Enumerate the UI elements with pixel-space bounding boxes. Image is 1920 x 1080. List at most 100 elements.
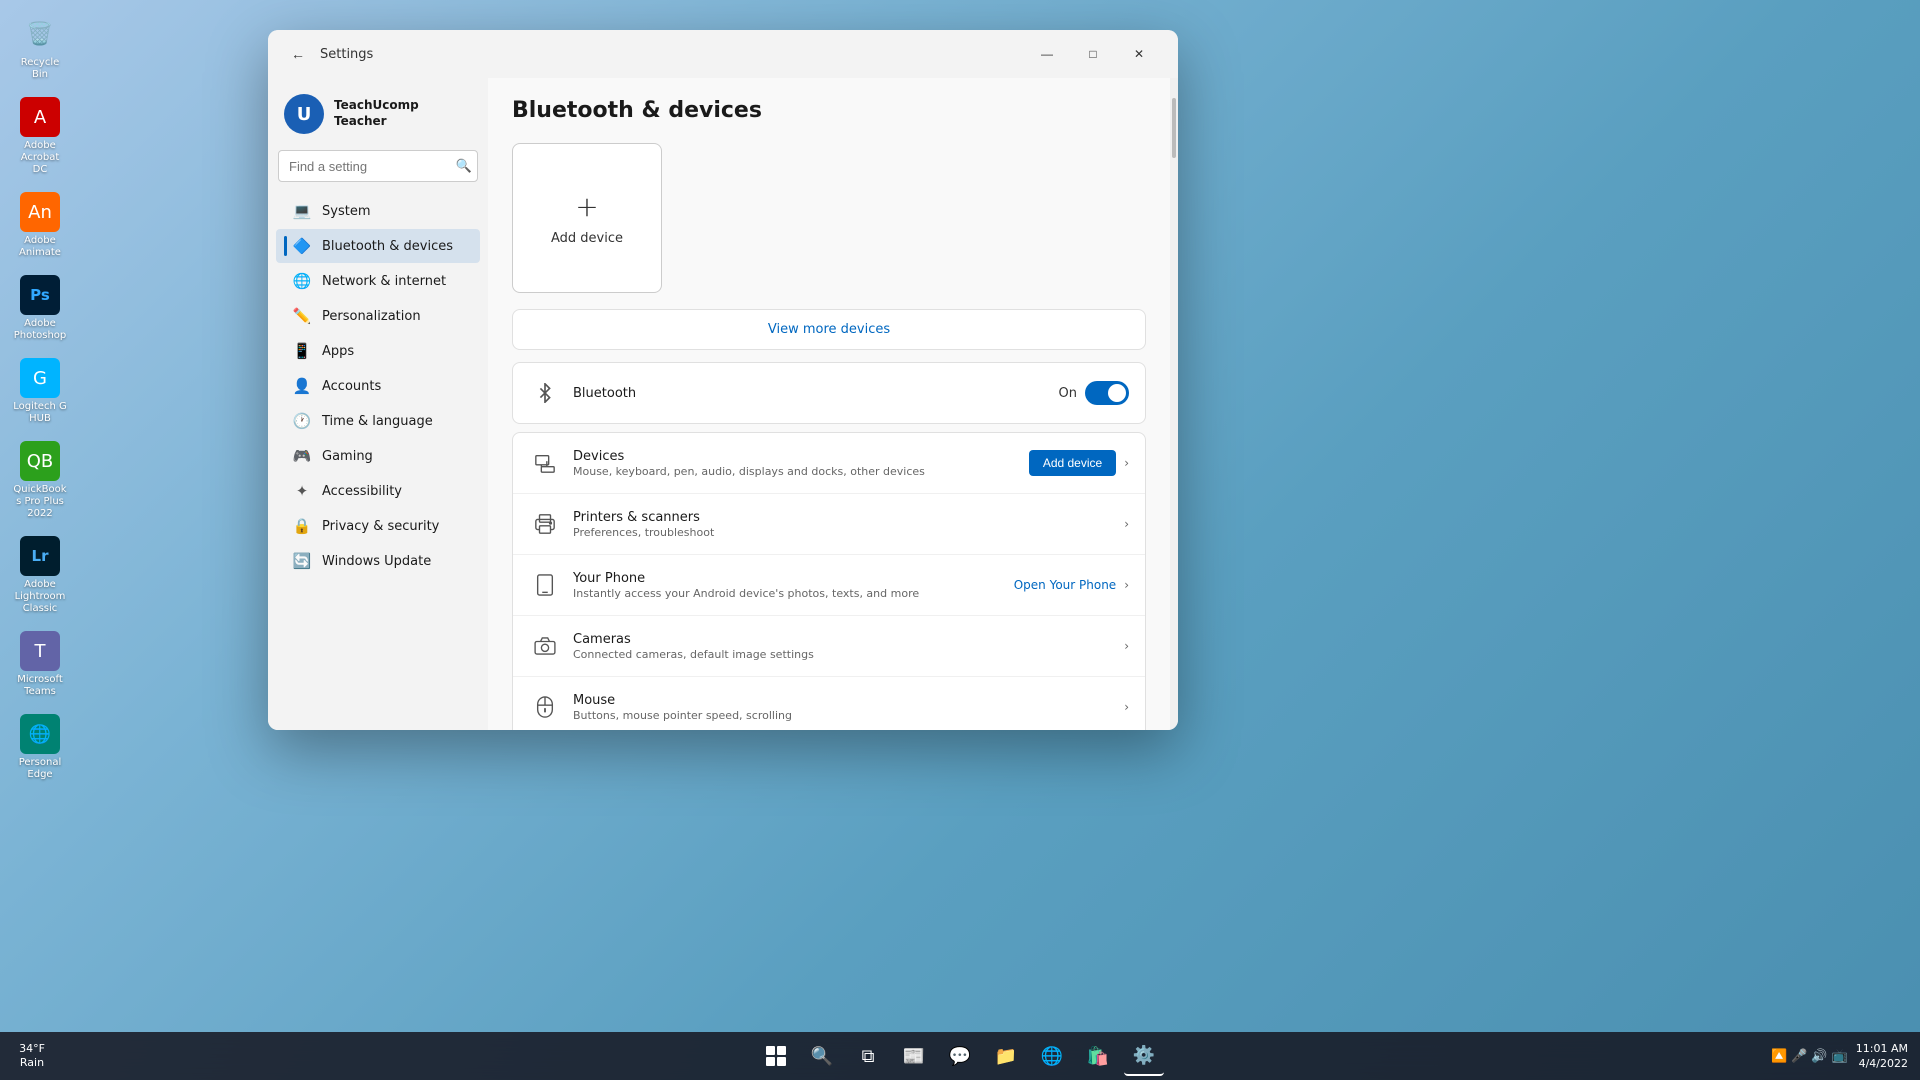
devices-action: Add device › (1029, 450, 1129, 476)
quickbooks-icon: QB (20, 441, 60, 481)
taskbar-edge[interactable]: 🌐 (1032, 1036, 1072, 1076)
sidebar-item-personalization[interactable]: ✏️ Personalization (276, 299, 480, 333)
lightroom-label: Adobe Lightroom Classic (12, 579, 68, 615)
desktop-icon-teams[interactable]: T Microsoft Teams (8, 627, 72, 702)
desktop-icons: 🗑️ Recycle Bin A Adobe Acrobat DC An Ado… (0, 0, 80, 795)
display-icon[interactable]: 📺 (1832, 1049, 1848, 1064)
taskbar-clock[interactable]: 11:01 AM 4/4/2022 (1856, 1041, 1908, 1072)
start-button[interactable] (756, 1036, 796, 1076)
sidebar-item-label: System (322, 204, 370, 219)
sidebar-item-accounts[interactable]: 👤 Accounts (276, 369, 480, 403)
printers-row[interactable]: Printers & scanners Preferences, trouble… (513, 494, 1145, 555)
back-icon: ← (291, 46, 305, 62)
open-your-phone-link[interactable]: Open Your Phone (1014, 578, 1116, 592)
printers-icon (529, 508, 561, 540)
sidebar-item-gaming[interactable]: 🎮 Gaming (276, 439, 480, 473)
adobe-acrobat-icon: A (20, 97, 60, 137)
scroll-thumb[interactable] (1172, 98, 1176, 158)
desktop-icon-photoshop[interactable]: Ps Adobe Photoshop (8, 271, 72, 346)
cameras-row[interactable]: Cameras Connected cameras, default image… (513, 616, 1145, 677)
sidebar-item-privacy-security[interactable]: 🔒 Privacy & security (276, 509, 480, 543)
back-button[interactable]: ← (284, 40, 312, 68)
user-profile: U TeachUcomp Teacher (268, 86, 488, 150)
settings-rows-section: Devices Mouse, keyboard, pen, audio, dis… (512, 432, 1146, 730)
time-language-icon: 🕐 (292, 412, 312, 430)
sidebar-item-network[interactable]: 🌐 Network & internet (276, 264, 480, 298)
devices-icon (529, 447, 561, 479)
recycle-bin-label: Recycle Bin (12, 57, 68, 81)
desktop-icon-personal-edge[interactable]: 🌐 Personal Edge (8, 710, 72, 785)
sidebar-item-system[interactable]: 💻 System (276, 194, 480, 228)
store-icon: 🛍️ (1087, 1046, 1109, 1067)
devices-row-text: Devices Mouse, keyboard, pen, audio, dis… (573, 449, 1029, 478)
bluetooth-row[interactable]: Bluetooth On (513, 363, 1145, 423)
teams-icon: T (20, 631, 60, 671)
add-device-card[interactable]: + Add device (512, 143, 662, 293)
cameras-title: Cameras (573, 632, 1124, 647)
adobe-animate-label: Adobe Animate (12, 235, 68, 259)
printers-desc: Preferences, troubleshoot (573, 526, 1124, 539)
desktop-icon-quickbooks[interactable]: QB QuickBooks Pro Plus 2022 (8, 437, 72, 524)
privacy-icon: 🔒 (292, 517, 312, 535)
add-device-label: Add device (551, 231, 623, 246)
close-button[interactable]: ✕ (1116, 38, 1162, 70)
window-titlebar: ← Settings — □ ✕ (268, 30, 1178, 78)
desktop-icon-lightroom[interactable]: Lr Adobe Lightroom Classic (8, 532, 72, 619)
sidebar-item-label: Network & internet (322, 274, 446, 289)
mouse-action: › (1124, 700, 1129, 714)
photoshop-label: Adobe Photoshop (12, 318, 68, 342)
mouse-chevron-icon: › (1124, 700, 1129, 714)
mouse-row-text: Mouse Buttons, mouse pointer speed, scro… (573, 693, 1124, 722)
apps-icon: 📱 (292, 342, 312, 360)
minimize-button[interactable]: — (1024, 38, 1070, 70)
date-display: 4/4/2022 (1856, 1056, 1908, 1071)
edge-icon: 🌐 (1041, 1046, 1063, 1067)
desktop-icon-adobe-animate[interactable]: An Adobe Animate (8, 188, 72, 263)
your-phone-title: Your Phone (573, 571, 1014, 586)
bluetooth-toggle[interactable] (1085, 381, 1129, 405)
taskbar-store[interactable]: 🛍️ (1078, 1036, 1118, 1076)
cameras-action: › (1124, 639, 1129, 653)
desktop-icon-logitech[interactable]: G Logitech G HUB (8, 354, 72, 429)
sidebar-item-label: Time & language (322, 414, 433, 429)
printers-chevron-icon: › (1124, 517, 1129, 531)
mouse-row[interactable]: Mouse Buttons, mouse pointer speed, scro… (513, 677, 1145, 730)
sidebar-item-time-language[interactable]: 🕐 Time & language (276, 404, 480, 438)
bluetooth-row-text: Bluetooth (573, 386, 1059, 401)
desktop-icon-recycle-bin[interactable]: 🗑️ Recycle Bin (8, 10, 72, 85)
widgets-icon: 📰 (903, 1046, 925, 1067)
sidebar-item-apps[interactable]: 📱 Apps (276, 334, 480, 368)
taskbar-right: 🔼 🎤 🔊 📺 11:01 AM 4/4/2022 (1771, 1041, 1908, 1072)
search-box: 🔍 (278, 150, 478, 182)
taskbar-chat[interactable]: 💬 (940, 1036, 980, 1076)
sidebar-item-bluetooth[interactable]: 🔷 Bluetooth & devices (276, 229, 480, 263)
maximize-button[interactable]: □ (1070, 38, 1116, 70)
view-more-devices-link[interactable]: View more devices (512, 309, 1146, 350)
devices-row[interactable]: Devices Mouse, keyboard, pen, audio, dis… (513, 433, 1145, 494)
sidebar-item-label: Accounts (322, 379, 381, 394)
your-phone-icon (529, 569, 561, 601)
accessibility-icon: ✦ (292, 482, 312, 500)
sidebar-item-accessibility[interactable]: ✦ Accessibility (276, 474, 480, 508)
taskbar-weather[interactable]: 34°FRain (12, 1036, 52, 1076)
taskbar-search-button[interactable]: 🔍 (802, 1036, 842, 1076)
sidebar-item-windows-update[interactable]: 🔄 Windows Update (276, 544, 480, 578)
mouse-title: Mouse (573, 693, 1124, 708)
mic-icon[interactable]: 🎤 (1791, 1049, 1807, 1064)
system-tray: 🔼 🎤 🔊 📺 (1771, 1049, 1848, 1064)
search-input[interactable] (278, 150, 478, 182)
bluetooth-section: Bluetooth On (512, 362, 1146, 424)
search-icon-button[interactable]: 🔍 (456, 158, 472, 174)
chevron-up-icon[interactable]: 🔼 (1771, 1049, 1787, 1064)
volume-icon[interactable]: 🔊 (1811, 1049, 1827, 1064)
your-phone-row[interactable]: Your Phone Instantly access your Android… (513, 555, 1145, 616)
desktop-icon-adobe-acrobat[interactable]: A Adobe Acrobat DC (8, 93, 72, 180)
taskbar-widgets[interactable]: 📰 (894, 1036, 934, 1076)
window-title: Settings (320, 47, 373, 62)
task-view-icon: ⧉ (862, 1046, 875, 1067)
taskbar-settings-active[interactable]: ⚙️ (1124, 1036, 1164, 1076)
user-name: TeachUcomp Teacher (334, 98, 472, 129)
taskbar-task-view[interactable]: ⧉ (848, 1036, 888, 1076)
taskbar-file-explorer[interactable]: 📁 (986, 1036, 1026, 1076)
add-device-button[interactable]: Add device (1029, 450, 1116, 476)
